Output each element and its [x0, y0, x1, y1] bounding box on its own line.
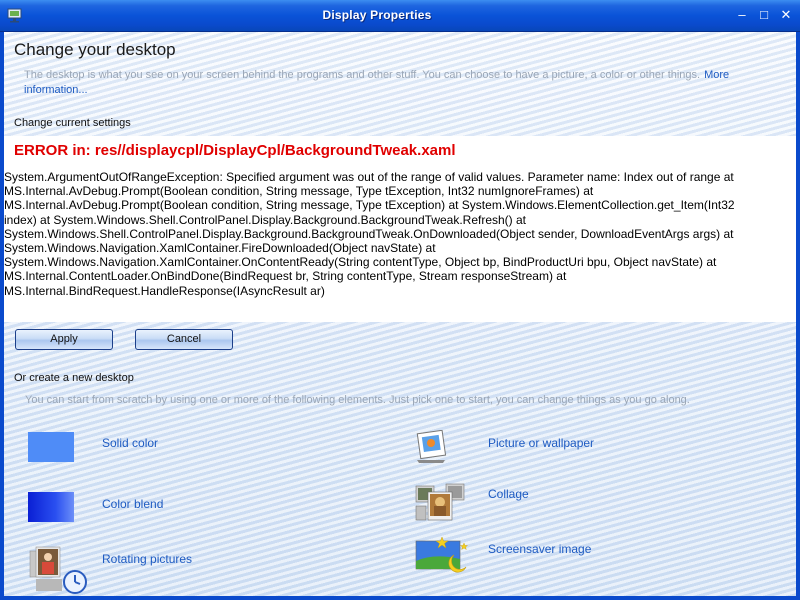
close-button[interactable]: ✕ — [777, 6, 795, 24]
window-title: Display Properties — [322, 8, 432, 22]
create-new-desktop-title: Or create a new desktop — [14, 372, 134, 384]
create-description: You can start from scratch by using one … — [25, 394, 690, 406]
error-title: ERROR in: res//displaycpl/DisplayCpl/Bac… — [14, 142, 456, 159]
cancel-button[interactable]: Cancel — [135, 329, 233, 350]
collage-photos-icon[interactable] — [414, 482, 466, 522]
page-heading: Change your desktop — [14, 40, 176, 59]
error-panel: ERROR in: res//displaycpl/DisplayCpl/Bac… — [4, 136, 796, 322]
window-client-area: Change your desktop The desktop is what … — [0, 32, 800, 600]
rotating-pictures-link[interactable]: Rotating pictures — [102, 552, 192, 566]
moon-stars-landscape-icon[interactable] — [414, 535, 470, 577]
error-stack-trace: System.ArgumentOutOfRangeException: Spec… — [4, 170, 735, 298]
color-blend-link[interactable]: Color blend — [102, 497, 163, 511]
page-description: The desktop is what you see on your scre… — [24, 68, 764, 98]
title-bar[interactable]: Display Properties – □ ✕ — [0, 0, 800, 32]
picture-or-wallpaper-link[interactable]: Picture or wallpaper — [488, 436, 594, 450]
solid-color-link[interactable]: Solid color — [102, 436, 158, 450]
minimize-button[interactable]: – — [733, 6, 751, 24]
page-description-text: The desktop is what you see on your scre… — [24, 69, 701, 81]
solid-color-swatch-icon[interactable] — [28, 432, 74, 462]
change-current-settings-title: Change current settings — [14, 117, 131, 129]
color-blend-swatch-icon[interactable] — [28, 492, 74, 522]
apply-button[interactable]: Apply — [15, 329, 113, 350]
maximize-button[interactable]: □ — [755, 6, 773, 24]
collage-link[interactable]: Collage — [488, 487, 529, 501]
rotating-pictures-icon[interactable] — [28, 545, 90, 596]
screensaver-image-link[interactable]: Screensaver image — [488, 542, 591, 556]
picture-frame-icon[interactable] — [414, 430, 448, 464]
